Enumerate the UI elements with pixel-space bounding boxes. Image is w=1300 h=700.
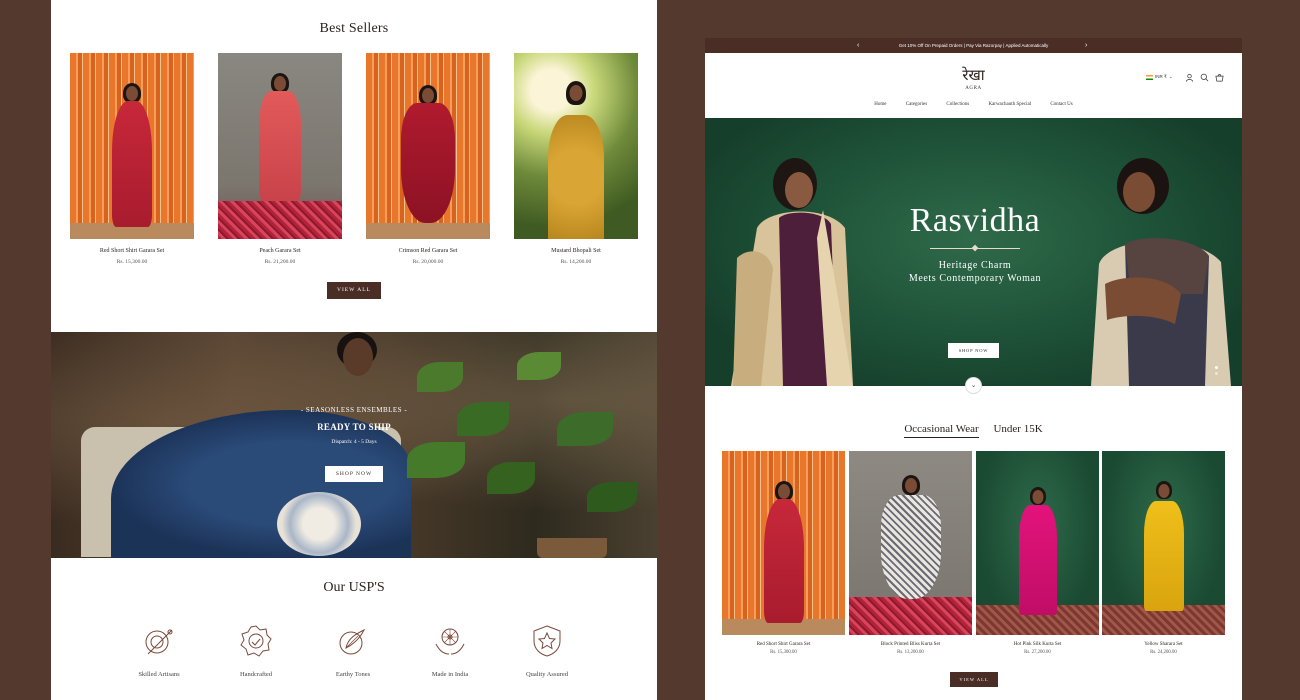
usp-item: Skilled Artisans <box>114 624 204 678</box>
star-shield-icon <box>533 625 561 657</box>
hero-text: Rasvidha Heritage Charm Meets Contempora… <box>865 202 1085 285</box>
slide-dot[interactable] <box>1215 366 1218 369</box>
hero-subtitle-line2: Meets Contemporary Woman <box>908 273 1042 284</box>
tab-under-15k[interactable]: Under 15K <box>993 423 1042 437</box>
usp-item: Earthy Tones <box>308 624 398 678</box>
slide-dot[interactable] <box>1215 372 1218 375</box>
promo-title: READY TO SHIP <box>317 422 391 432</box>
product-image[interactable] <box>849 451 972 635</box>
leaf-brush-icon <box>339 628 366 655</box>
brand-logo-subtitle: AGRA <box>965 86 982 91</box>
product-card[interactable]: Block Printed Bliss Kurta Set Rs. 13,200… <box>849 451 972 655</box>
chevron-right-icon[interactable]: › <box>1085 38 1087 53</box>
product-name[interactable]: Red Short Shirt Garara Set <box>70 248 194 254</box>
needle-thread-icon <box>145 629 173 655</box>
right-page-preview: ‹ Get 10% Off On Prepaid Orders | Pay Vi… <box>705 38 1242 700</box>
product-image[interactable] <box>976 451 1099 635</box>
usp-item: Quality Assured <box>502 624 592 678</box>
product-card[interactable]: Red Short Shirt Garara Set Rs. 15,300.00 <box>722 451 845 655</box>
product-image[interactable] <box>514 53 638 239</box>
hero-shop-now-button[interactable]: SHOP NOW <box>948 343 999 358</box>
hero-banner: Rasvidha Heritage Charm Meets Contempora… <box>705 118 1242 386</box>
product-price: Rs. 15,300.00 <box>116 259 148 265</box>
nav-item-home[interactable]: Home <box>874 102 886 107</box>
product-image[interactable] <box>70 53 194 239</box>
usp-label: Made in India <box>431 671 469 678</box>
currency-label: INR ₹ <box>1155 74 1167 79</box>
nav-item-contact[interactable]: Contact Us <box>1050 102 1072 107</box>
product-image[interactable] <box>366 53 490 239</box>
product-name[interactable]: Block Printed Bliss Kurta Set <box>849 642 972 647</box>
view-all-button[interactable]: VIEW ALL <box>950 672 998 687</box>
view-all-button[interactable]: VIEW ALL <box>327 282 381 299</box>
product-card[interactable]: Yellow Sharara Set Rs. 24,200.00 <box>1102 451 1225 655</box>
handcrafted-badge-icon <box>240 625 272 657</box>
product-card[interactable]: Mustard Bhopali Set Rs. 14,200.00 <box>514 53 638 265</box>
hero-slide-dots <box>1215 366 1218 375</box>
product-price: Rs. 27,200.00 <box>1024 650 1051 655</box>
hero-model-right <box>1091 158 1231 386</box>
product-card[interactable]: Hot Pink Silk Kurta Set Rs. 27,200.00 <box>976 451 1099 655</box>
promo-subtitle: Dispatch: 4 - 5 Days <box>331 439 377 445</box>
ready-to-ship-banner: - SEASONLESS ENSEMBLES - READY TO SHIP D… <box>51 332 657 558</box>
product-price: Rs. 15,300.00 <box>770 650 797 655</box>
promo-shop-now-button[interactable]: SHOP NOW <box>325 466 383 482</box>
nav-item-categories[interactable]: Categories <box>906 102 927 107</box>
product-image[interactable] <box>1102 451 1225 635</box>
hero-subtitle-line1: Heritage Charm <box>938 260 1012 271</box>
hero-title: Rasvidha <box>909 202 1041 239</box>
hero-model-left <box>731 158 853 386</box>
tab-occasional-wear[interactable]: Occasional Wear <box>904 423 979 438</box>
usp-label: Handcrafted <box>239 671 273 678</box>
left-page-preview: Best Sellers Red Short Shirt Garara Set … <box>51 0 657 700</box>
collection-tabs: Occasional Wear Under 15K <box>705 423 1242 438</box>
product-grid: Red Short Shirt Garara Set Rs. 15,300.00… <box>722 451 1225 691</box>
best-sellers-title: Best Sellers <box>319 21 389 36</box>
usp-list: Skilled Artisans Handcrafted Earthy Tone… <box>108 624 602 684</box>
usp-item: Handcrafted <box>211 624 301 678</box>
usp-title: Our USP'S <box>323 580 385 595</box>
product-price: Rs. 13,200.00 <box>897 650 924 655</box>
product-price: Rs. 21,200.00 <box>264 259 296 265</box>
product-price: Rs. 14,200.00 <box>560 259 592 265</box>
account-icon[interactable] <box>1185 73 1194 82</box>
product-price: Rs. 20,000.00 <box>412 259 444 265</box>
usp-item: Made in India <box>405 624 495 678</box>
currency-selector[interactable]: INR ₹ ⌄ <box>1146 74 1173 80</box>
site-header: रेखा AGRA INR ₹ ⌄ Home Categories Collec… <box>705 53 1242 118</box>
product-card[interactable]: Crimson Red Garara Set Rs. 20,000.00 <box>366 53 490 265</box>
announcement-bar: ‹ Get 10% Off On Prepaid Orders | Pay Vi… <box>705 38 1242 53</box>
usp-label: Earthy Tones <box>335 671 371 678</box>
search-icon[interactable] <box>1200 73 1209 82</box>
product-price: Rs. 24,200.00 <box>1150 650 1177 655</box>
product-name[interactable]: Red Short Shirt Garara Set <box>722 642 845 647</box>
usp-label: Quality Assured <box>525 671 569 678</box>
scroll-down-icon[interactable]: ⌄ <box>965 377 982 394</box>
product-name[interactable]: Yellow Sharara Set <box>1102 642 1225 647</box>
nav-item-collections[interactable]: Collections <box>946 102 969 107</box>
product-name[interactable]: Mustard Bhopali Set <box>514 248 638 254</box>
india-flag-icon <box>1146 74 1153 80</box>
product-card[interactable]: Red Short Shirt Garara Set Rs. 15,300.00 <box>70 53 194 265</box>
product-image[interactable] <box>722 451 845 635</box>
hero-divider <box>930 245 1020 251</box>
nav-item-karwachauth[interactable]: Karwachauth Special <box>988 102 1031 107</box>
cart-icon[interactable] <box>1215 73 1224 82</box>
main-nav: Home Categories Collections Karwachauth … <box>705 102 1242 107</box>
product-name[interactable]: Crimson Red Garara Set <box>366 248 490 254</box>
product-image[interactable] <box>218 53 342 239</box>
promo-eyebrow: - SEASONLESS ENSEMBLES - <box>300 406 408 414</box>
product-card[interactable]: Peach Garara Set Rs. 21,200.00 <box>218 53 342 265</box>
usp-label: Skilled Artisans <box>138 671 180 678</box>
product-name[interactable]: Hot Pink Silk Kurta Set <box>976 642 1099 647</box>
chevron-left-icon[interactable]: ‹ <box>857 38 859 53</box>
announcement-text: Get 10% Off On Prepaid Orders | Pay Via … <box>898 43 1049 48</box>
promo-text: - SEASONLESS ENSEMBLES - READY TO SHIP D… <box>51 406 657 445</box>
product-name[interactable]: Peach Garara Set <box>218 248 342 254</box>
hero-subtitle: Heritage Charm Meets Contemporary Woman <box>865 259 1085 285</box>
best-sellers-grid: Red Short Shirt Garara Set Rs. 15,300.00… <box>70 53 638 273</box>
chakra-hands-icon <box>435 628 465 655</box>
chevron-down-icon: ⌄ <box>1168 74 1173 79</box>
